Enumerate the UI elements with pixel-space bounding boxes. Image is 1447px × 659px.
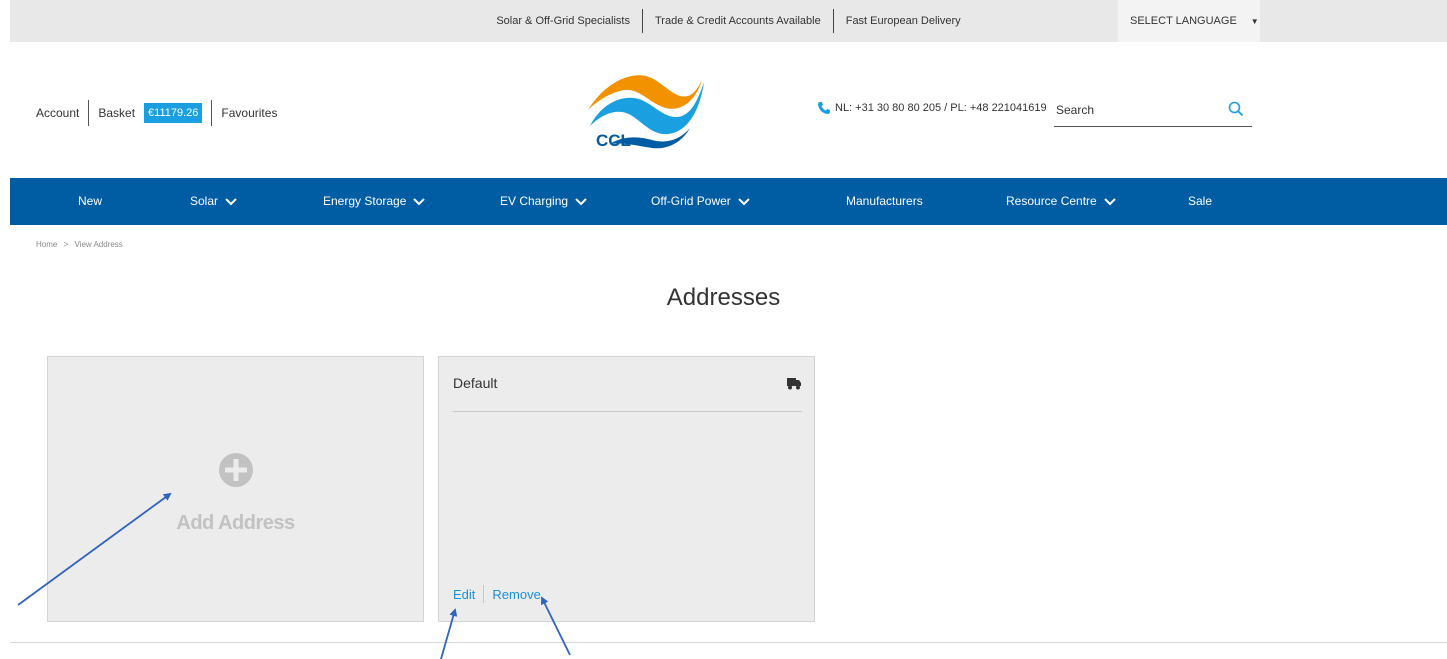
breadcrumb-current: View Address (74, 240, 123, 249)
address-actions: Edit Remove (453, 585, 541, 603)
chevron-down-icon (225, 197, 237, 205)
nav-item-label: Energy Storage (323, 194, 407, 208)
caret-down-icon: ▼ (1250, 16, 1259, 26)
nav-item-solar[interactable]: Solar (190, 178, 237, 225)
plus-circle-icon (219, 453, 253, 487)
nav-item-sale[interactable]: Sale (1188, 178, 1212, 225)
nav-item-label: New (78, 194, 103, 208)
truck-icon (787, 378, 801, 390)
nav-item-off-grid-power[interactable]: Off-Grid Power (651, 178, 750, 225)
topbar-link-delivery[interactable]: Fast European Delivery (834, 9, 973, 33)
default-address-card: Default Edit Remove (438, 356, 815, 622)
chevron-down-icon (413, 197, 426, 205)
account-links: Account Basket €11179.26 Favourites (36, 100, 286, 126)
contact-phone[interactable]: NL: +31 30 80 80 205 / PL: +48 221041619 (817, 101, 1047, 115)
language-select-label: SELECT LANGUAGE (1130, 15, 1237, 27)
favourites-link[interactable]: Favourites (212, 106, 286, 120)
chevron-down-icon (738, 197, 750, 205)
content-bottom-divider (10, 642, 1447, 643)
address-card-title: Default (453, 375, 498, 391)
breadcrumb-separator: > (63, 240, 69, 249)
chevron-down-icon (575, 197, 587, 205)
search-icon[interactable] (1228, 101, 1244, 117)
breadcrumb: Home > View Address (36, 240, 127, 249)
nav-item-label: EV Charging (500, 194, 569, 208)
account-link[interactable]: Account (36, 106, 88, 120)
nav-item-label: Solar (190, 194, 219, 208)
page-title: Addresses (666, 284, 781, 311)
nav-item-label: Resource Centre (1006, 194, 1097, 208)
nav-item-label: Off-Grid Power (651, 194, 731, 208)
chevron-down-icon (1104, 197, 1116, 205)
nav-item-label: Manufacturers (846, 194, 923, 208)
actions-divider (483, 585, 485, 603)
nav-item-new[interactable]: New (78, 178, 102, 225)
ccl-logo[interactable]: CCL (582, 66, 708, 150)
logo-text: CCL (596, 131, 631, 150)
topbar-link-trade-accounts[interactable]: Trade & Credit Accounts Available (643, 9, 833, 33)
main-navigation: New Solar Energy Storage EV Charging Off… (10, 178, 1447, 225)
topbar-link-solar-specialists[interactable]: Solar & Off-Grid Specialists (484, 9, 642, 33)
nav-item-energy-storage[interactable]: Energy Storage (323, 178, 426, 225)
nav-item-label: Sale (1188, 194, 1213, 208)
add-address-label: Add Address (176, 512, 295, 534)
remove-address-link[interactable]: Remove (492, 587, 540, 602)
add-address-card[interactable]: Add Address (47, 356, 424, 622)
top-utility-bar: Solar & Off-Grid Specialists Trade & Cre… (10, 0, 1447, 42)
search-box (1054, 95, 1252, 127)
edit-address-link[interactable]: Edit (453, 587, 475, 602)
breadcrumb-home[interactable]: Home (36, 240, 57, 249)
nav-item-manufacturers[interactable]: Manufacturers (846, 178, 923, 225)
basket-link[interactable]: Basket (89, 106, 144, 120)
card-divider (453, 411, 802, 412)
search-input[interactable] (1054, 95, 1224, 125)
nav-item-resource-centre[interactable]: Resource Centre (1006, 178, 1116, 225)
phone-text: NL: +31 30 80 80 205 / PL: +48 221041619 (835, 102, 1047, 114)
language-select[interactable]: SELECT LANGUAGE ▼ (1118, 0, 1260, 42)
basket-total-badge[interactable]: €11179.26 (144, 103, 203, 123)
nav-item-ev-charging[interactable]: EV Charging (500, 178, 587, 225)
phone-icon (818, 102, 830, 114)
